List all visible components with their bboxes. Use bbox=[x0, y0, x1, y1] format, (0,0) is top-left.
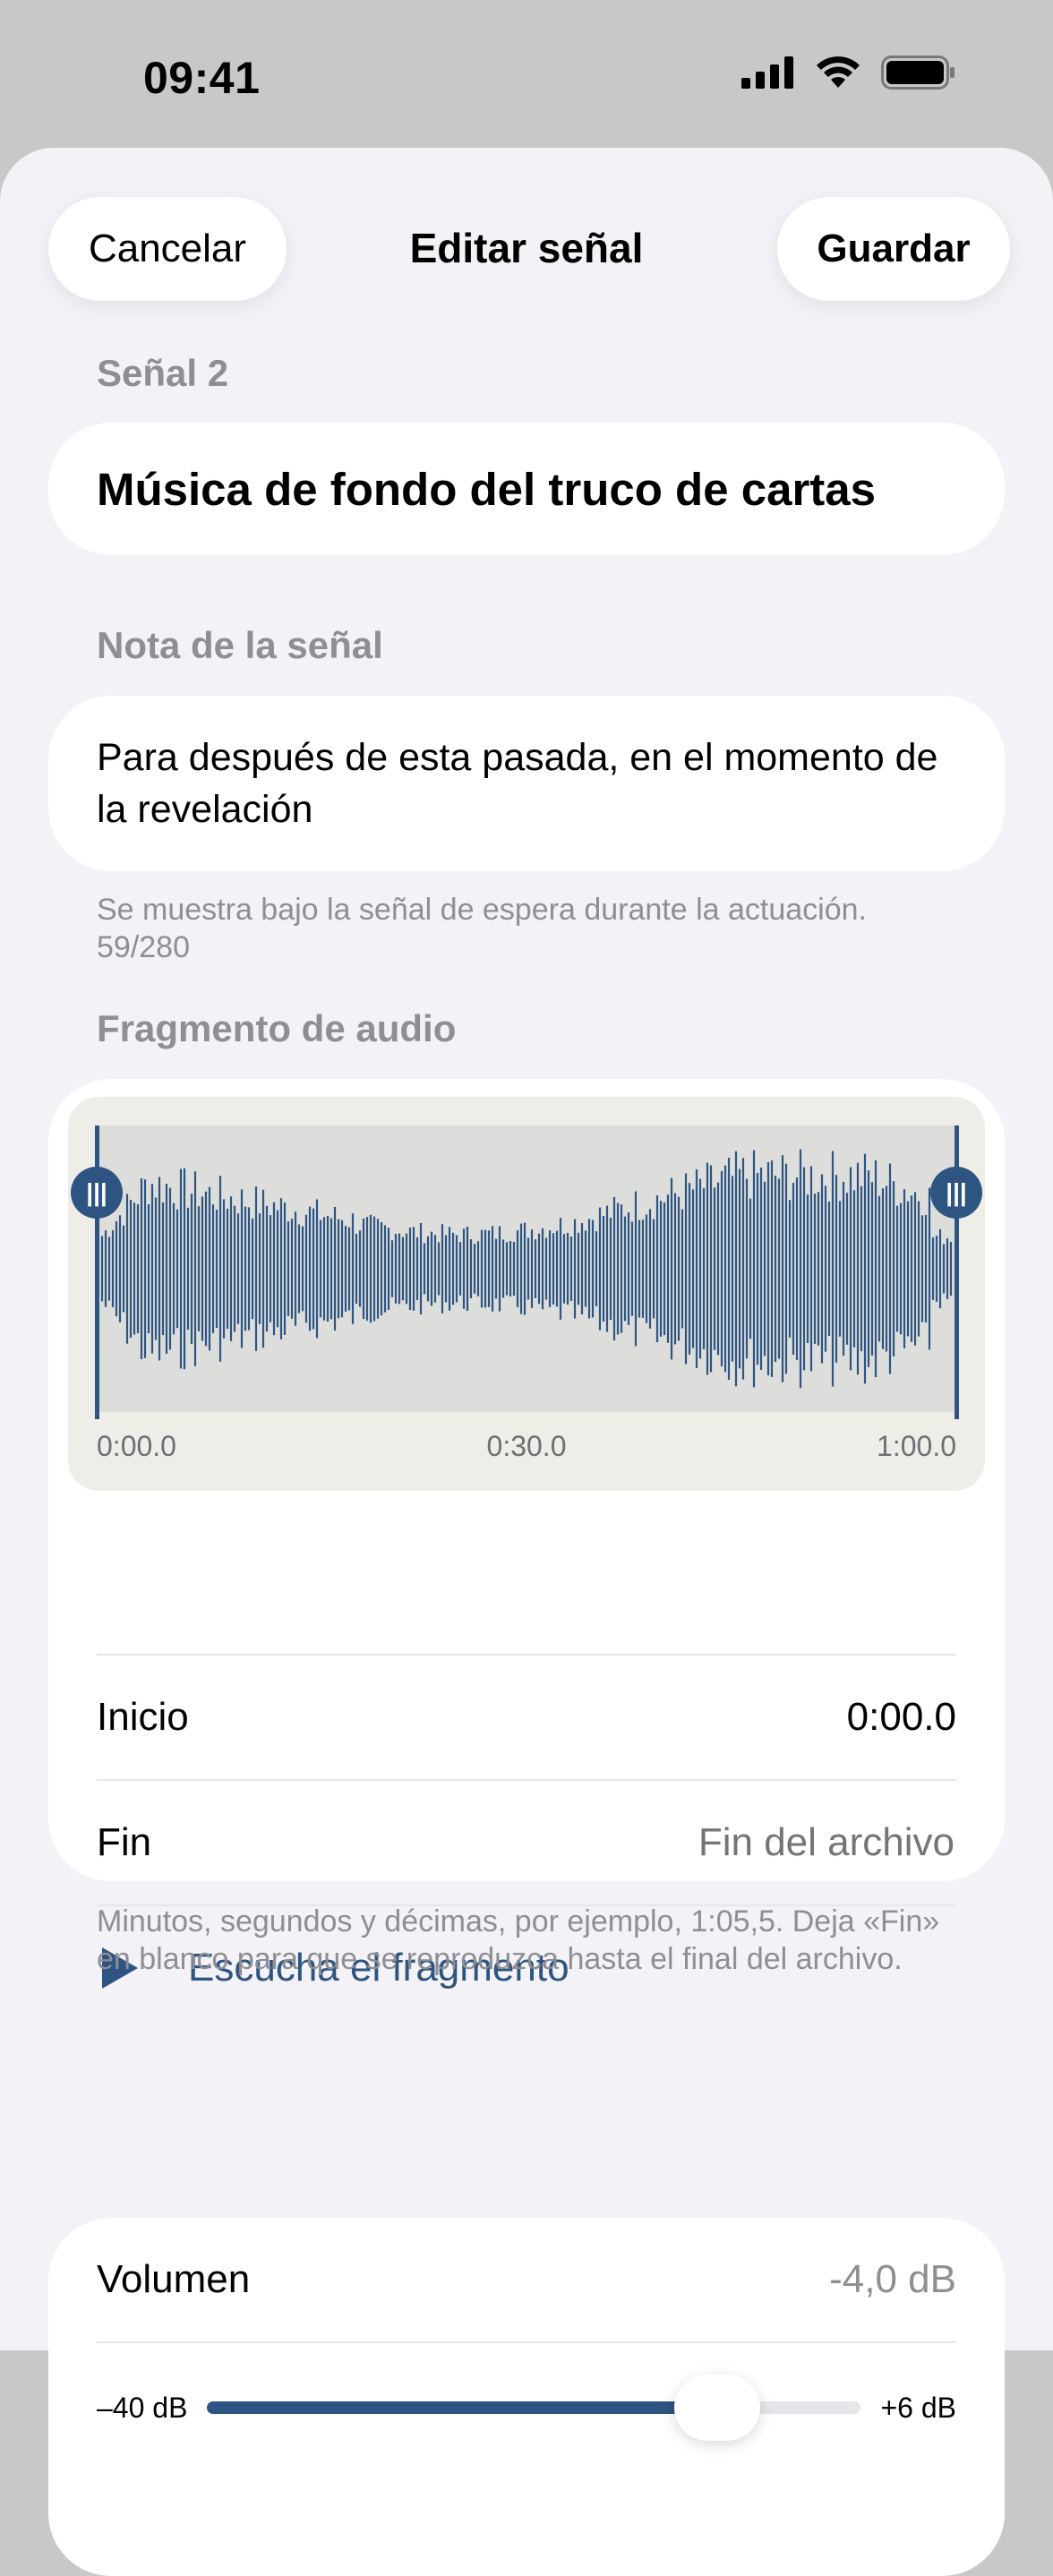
note-section-label: Nota de la señal bbox=[97, 624, 383, 666]
volume-max-label: +6 dB bbox=[880, 2391, 956, 2424]
edit-cue-sheet: Cancelar Editar señal Guardar Señal 2 Mú… bbox=[0, 148, 1053, 2576]
volume-slider-row: –40 dB +6 dB bbox=[97, 2372, 956, 2443]
start-handle[interactable]: ||| bbox=[71, 1167, 123, 1219]
cue-section-label: Señal 2 bbox=[97, 352, 229, 394]
save-button[interactable]: Guardar bbox=[777, 197, 1010, 301]
battery-icon bbox=[881, 56, 955, 90]
note-hint: Se muestra bajo la señal de espera duran… bbox=[97, 893, 867, 927]
volume-slider-thumb[interactable] bbox=[673, 2375, 760, 2441]
time-tick: 0:30.0 bbox=[486, 1430, 567, 1462]
volume-row: Volumen -4,0 dB bbox=[97, 2218, 956, 2341]
waveform-editor: ||| ||| 0:00.0 0:30.0 1:00.0 bbox=[68, 1097, 985, 1491]
note-field[interactable]: Para después de esta pasada, en el momen… bbox=[48, 696, 1005, 871]
divider bbox=[97, 2341, 956, 2343]
start-label: Inicio bbox=[97, 1695, 189, 1739]
end-input[interactable] bbox=[505, 1819, 956, 1866]
wifi-icon bbox=[817, 56, 860, 88]
cue-title-field[interactable]: Música de fondo del truco de cartas bbox=[48, 423, 1005, 555]
volume-slider[interactable] bbox=[207, 2375, 861, 2441]
note-counter: 59/280 bbox=[97, 930, 190, 964]
volume-min-label: –40 dB bbox=[97, 2391, 188, 2424]
volume-slider-fill bbox=[207, 2401, 717, 2414]
audio-fragment-card: ||| ||| 0:00.0 0:30.0 1:00.0 Inicio 0:00… bbox=[48, 1079, 1005, 1990]
start-row[interactable]: Inicio 0:00.0 bbox=[97, 1656, 956, 1779]
cellular-signal-icon bbox=[741, 56, 793, 89]
end-label: Fin bbox=[97, 1820, 152, 1864]
volume-label: Volumen bbox=[97, 2257, 251, 2301]
time-tick: 1:00.0 bbox=[877, 1430, 956, 1462]
end-handle[interactable]: ||| bbox=[930, 1167, 982, 1219]
volume-value: -4,0 dB bbox=[829, 2257, 956, 2301]
status-bar: 09:41 bbox=[0, 0, 1053, 148]
end-row[interactable]: Fin bbox=[97, 1781, 956, 1904]
time-tick: 0:00.0 bbox=[97, 1430, 176, 1462]
volume-card: Volumen -4,0 dB –40 dB +6 dB bbox=[48, 2218, 1005, 2576]
waveform bbox=[100, 1149, 953, 1389]
status-time: 09:41 bbox=[143, 53, 261, 103]
audio-hint: Minutos, segundos y décimas, por ejemplo… bbox=[97, 1904, 940, 1976]
audio-section-label: Fragmento de audio bbox=[97, 1007, 457, 1049]
cue-title-text: Música de fondo del truco de cartas bbox=[97, 463, 877, 515]
waveform-area[interactable] bbox=[97, 1125, 956, 1412]
status-icons bbox=[741, 56, 956, 90]
note-text: Para después de esta pasada, en el momen… bbox=[97, 736, 938, 831]
start-value[interactable]: 0:00.0 bbox=[847, 1695, 956, 1740]
